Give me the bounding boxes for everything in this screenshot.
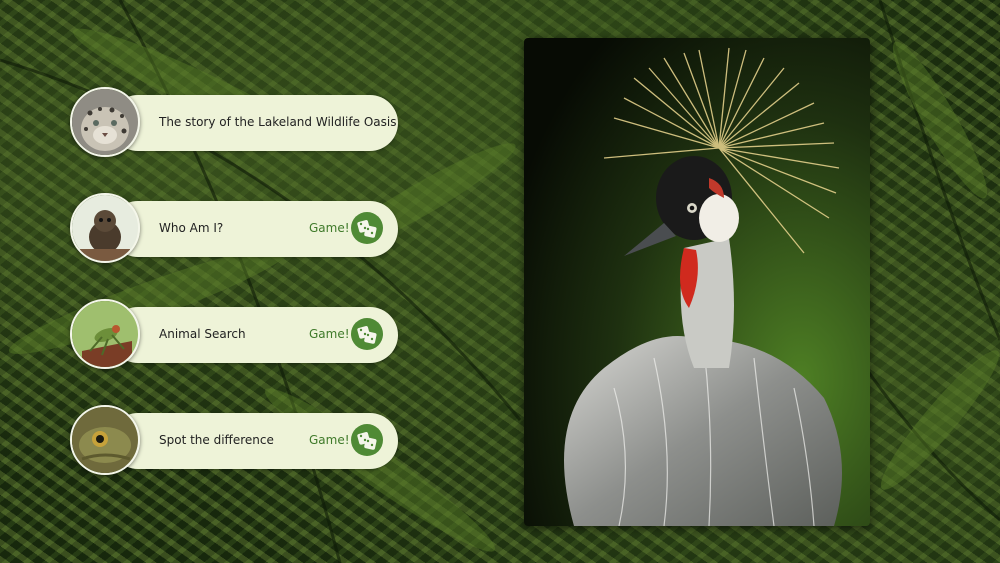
menu-item-label: The story of the Lakeland Wildlife Oasis <box>159 115 397 129</box>
menu-item-who-am-i[interactable]: Who Am I? Game! <box>70 193 400 263</box>
dice-icon <box>351 212 383 244</box>
menu-item-animal-search[interactable]: Animal Search Game! <box>70 299 400 369</box>
menu-item-story[interactable]: The story of the Lakeland Wildlife Oasis <box>70 87 400 157</box>
dice-icon <box>351 424 383 456</box>
marmoset-thumbnail <box>70 193 140 263</box>
menu-item-label: Spot the difference <box>159 433 274 447</box>
menu-item-label: Who Am I? <box>159 221 224 235</box>
dice-icon <box>351 318 383 350</box>
game-tag: Game! <box>309 221 350 235</box>
game-tag: Game! <box>309 327 350 341</box>
snow-leopard-thumbnail <box>70 87 140 157</box>
insect-thumbnail <box>70 299 140 369</box>
menu-item-spot-the-difference[interactable]: Spot the difference Game! <box>70 405 400 475</box>
menu-item-label: Animal Search <box>159 327 246 341</box>
frog-thumbnail <box>70 405 140 475</box>
crowned-crane-photo <box>524 38 870 526</box>
game-tag: Game! <box>309 433 350 447</box>
